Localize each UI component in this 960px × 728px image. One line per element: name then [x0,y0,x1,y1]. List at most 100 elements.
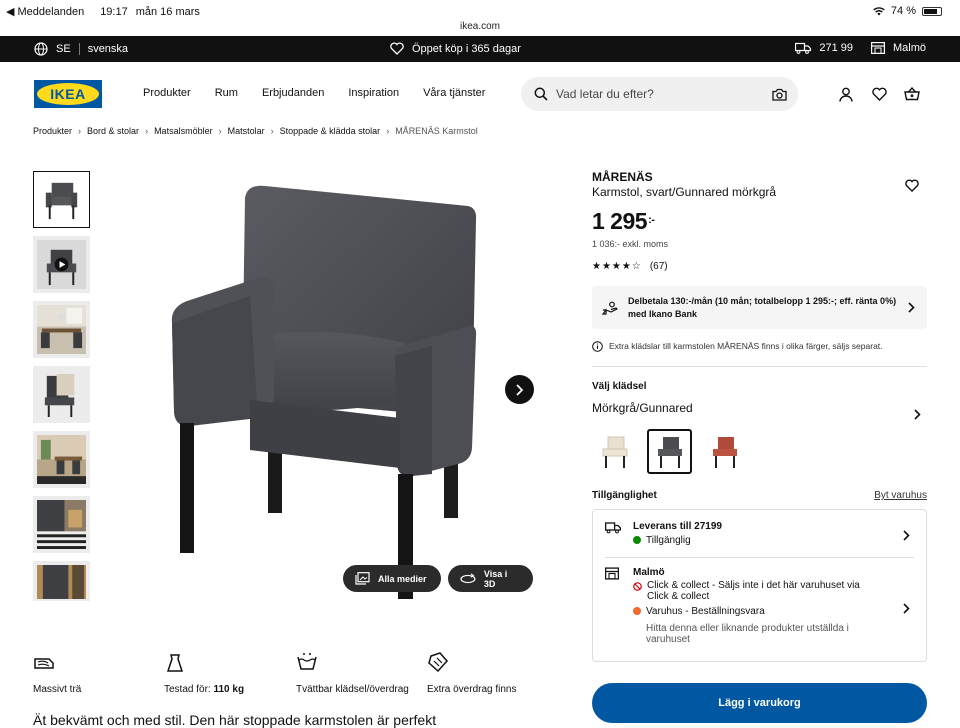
breadcrumb-link[interactable]: Produkter [33,126,72,136]
wood-icon [34,658,54,669]
cover-selector-title: Välj klädsel [592,381,647,392]
availability-header: Tillgänglighet Byt varuhus [592,490,927,501]
product-main-image[interactable] [150,178,545,608]
cover-info: Extra klädslar till karmstolen MÅRENÄS f… [592,341,927,352]
store-icon [605,567,619,580]
cart-icon[interactable] [901,83,923,105]
return-policy-link[interactable]: Öppet köp i 365 dagar [390,42,521,55]
cover-swatches [592,429,927,474]
nav-inspiration[interactable]: Inspiration [348,87,399,99]
product-rating[interactable]: ★★★★☆ (67) [592,261,927,272]
breadcrumb: Produkter › Bord & stolar › Matsalsmöbler ›… [33,126,478,136]
nav-products[interactable]: Produkter [143,87,191,99]
store-selector[interactable]: Malmö [870,42,926,54]
swatch-beige[interactable] [592,429,637,474]
country-code: SE [56,43,71,55]
cover-thumbnail-image [37,370,86,419]
cover-icon [428,652,449,673]
thumbnail-closeup[interactable] [33,561,90,601]
chevron-right-icon [516,383,524,396]
cover-selector[interactable]: Välj klädsel Mörkgrå/Gunnared [592,381,927,420]
language-label: svenska [87,43,129,55]
divider [605,557,914,558]
next-image-button[interactable] [505,375,534,404]
thumbnail-kitchen[interactable] [33,431,90,488]
breadcrumb-link[interactable]: Matsalsmöbler [154,126,213,136]
url-label[interactable]: ikea.com [0,21,960,32]
view-3d-button[interactable]: Visa i 3D [448,565,533,592]
feature-weight-value: 110 kg [213,684,245,695]
thumbnail-chair-front[interactable] [33,171,90,228]
logo-oval: IKEA [37,83,99,105]
search-icon[interactable] [534,87,548,101]
feature-tested-weight: Testad för: 110 kg [164,651,244,695]
chevron-right-icon [903,603,910,614]
change-store-link[interactable]: Byt varuhus [874,490,927,501]
thumbnail-video[interactable] [33,236,90,293]
breadcrumb-current: MÅRENÄS Karmstol [395,126,478,136]
thumbnail-dining-room[interactable] [33,301,90,358]
delivery-title: Leverans till 27199 [633,521,722,532]
delivery-status: Tillgänglig [633,535,691,546]
feature-label: Massivt trä [33,684,82,695]
product-description: Karmstol, svart/Gunnared mörkgrå [592,185,777,199]
nav-rooms[interactable]: Rum [215,87,238,99]
ikea-logo[interactable]: IKEA [34,80,102,108]
divider [78,43,80,55]
breadcrumb-link[interactable]: Matstolar [228,126,265,136]
status-date: mån 16 mars [135,5,200,18]
financing-text: Delbetala 130:-/mån (10 mån; totalbelopp… [628,295,897,319]
product-price: 1 295:- [592,208,927,235]
language-selector[interactable]: SE svenska [34,42,128,56]
product-name: MÅRENÄS [592,170,653,184]
thumbnail-rug[interactable] [33,496,90,553]
nav-offers[interactable]: Erbjudanden [262,87,324,99]
chevron-right-icon [908,302,915,313]
add-to-cart-button[interactable]: Lägg i varukorg [592,683,927,723]
save-to-list-icon[interactable] [905,179,919,197]
armchair-image [171,185,477,599]
feature-extra-cover: Extra överdrag finns [427,651,517,695]
financing-banner[interactable]: Delbetala 130:-/mån (10 mån; totalbelopp… [592,286,927,329]
breadcrumb-link[interactable]: Stoppade & klädda stolar [280,126,381,136]
star-rating-icon: ★★★★☆ [592,261,642,272]
swatch-dark-grey[interactable] [647,429,692,474]
info-icon [592,341,603,352]
logo-text: IKEA [50,86,86,102]
feature-label: Tvättbar klädsel/överdrag [296,684,409,695]
status-orange-dot [633,607,641,616]
product-info-panel: MÅRENÄS Karmstol, svart/Gunnared mörkgrå… [592,170,927,662]
search-input[interactable] [556,87,756,101]
wifi-icon [873,6,885,16]
click-collect-status: Click & collect - Säljs inte i det här v… [633,580,873,602]
globe-icon [34,42,48,56]
search-bar [521,77,798,111]
chevron-right-icon: › [270,126,274,136]
status-bar: ◀ Meddelanden 19:17 mån 16 mars ikea.com… [0,0,960,36]
feature-washable: Tvättbar klädsel/överdrag [296,651,409,695]
camera-icon[interactable] [772,88,787,101]
store-icon [870,42,885,54]
chevron-right-icon: › [78,126,82,136]
divider [592,366,927,367]
wishlist-icon[interactable] [868,83,890,105]
back-to-app-link[interactable]: ◀ Meddelanden [6,5,84,18]
view-3d-label: Visa i 3D [483,568,508,589]
chevron-right-icon: › [386,126,390,136]
all-media-button[interactable]: Alla medier [343,565,441,592]
postcode-selector[interactable]: 271 99 [795,42,853,54]
price-ex-vat: 1 036:- exkl. moms [592,239,669,249]
rotate-3d-icon [460,572,476,583]
nav-services[interactable]: Våra tjänster [423,87,485,99]
breadcrumb-link[interactable]: Bord & stolar [87,126,139,136]
store-stock-title: Malmö [633,567,665,578]
account-icon[interactable] [835,83,857,105]
truck-icon [795,42,812,54]
swatch-red[interactable] [702,429,747,474]
store-stock-row[interactable]: Malmö Click & collect - Säljs inte i det… [605,567,914,653]
video-thumbnail-image [37,240,86,289]
delivery-status-text: Tillgänglig [646,535,691,546]
thumbnail-cover-detail[interactable] [33,366,90,423]
top-info-bar: SE svenska Öppet köp i 365 dagar 271 99 … [0,36,960,62]
kitchen-thumbnail-image [37,435,86,484]
